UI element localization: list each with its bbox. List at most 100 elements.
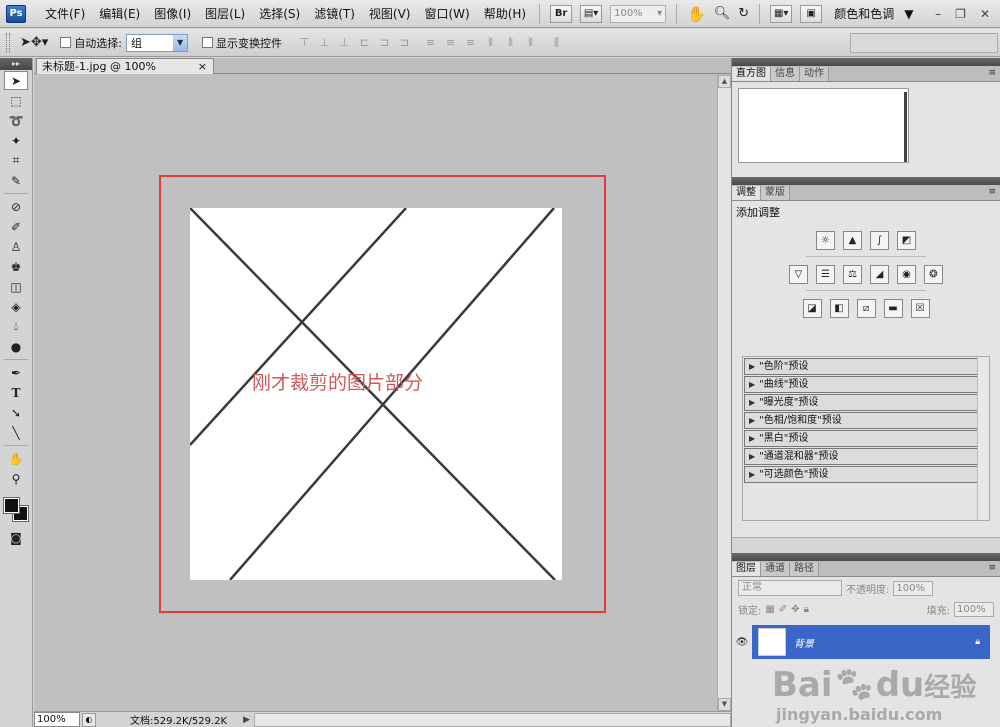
show-transform-checkbox[interactable]: 显示变换控件	[202, 35, 282, 51]
document-image[interactable]: 刚才裁剪的图片部分	[190, 208, 562, 580]
vibrance-icon[interactable]: ▽	[789, 265, 808, 284]
magic-wand-tool-icon[interactable]: ✦	[4, 131, 28, 150]
eyedropper-tool-icon[interactable]: ✎	[4, 171, 28, 190]
black-white-icon[interactable]: ◢	[870, 265, 889, 284]
blur-tool-icon[interactable]: 💧︎	[4, 317, 28, 336]
tab-layers[interactable]: 图层	[732, 562, 761, 576]
panel-menu-icon[interactable]: ≡	[988, 563, 996, 573]
exposure-icon[interactable]: ◩	[897, 231, 916, 250]
posterize-icon[interactable]: ◧	[829, 299, 849, 318]
lock-all-icon[interactable]: 🔒︎	[804, 604, 809, 615]
align-hcenter-icon[interactable]: ⊐	[376, 35, 392, 51]
tab-masks[interactable]: 蒙版	[761, 186, 790, 200]
distribute-left-icon[interactable]: ⦀	[482, 35, 498, 51]
zoom-tool-icon[interactable]: ⚲	[4, 469, 28, 488]
distribute-right-icon[interactable]: ⦀	[522, 35, 538, 51]
line-tool-icon[interactable]: ╲	[4, 423, 28, 442]
dodge-tool-icon[interactable]: ●	[4, 337, 28, 356]
bridge-button[interactable]: Br	[546, 4, 576, 24]
gradient-map-icon[interactable]: ▬	[883, 299, 903, 318]
move-tool-preset-picker[interactable]: ➤✥▾	[16, 33, 52, 53]
preset-selective-color[interactable]: ▶ "可选颜色"预设	[744, 466, 978, 483]
align-top-icon[interactable]: ⊤	[296, 35, 312, 51]
photo-filter-icon[interactable]: ◉	[897, 265, 916, 284]
rotate-view-icon[interactable]: ↻	[734, 4, 753, 24]
align-right-icon[interactable]: ⊐	[396, 35, 412, 51]
workspace-switcher[interactable]: 颜色和色调 ▼	[834, 5, 913, 22]
brush-tool-icon[interactable]: ✐	[4, 217, 28, 236]
menu-window[interactable]: 窗口(W)	[417, 4, 476, 24]
color-balance-icon[interactable]: ⚖	[843, 265, 862, 284]
vertical-scrollbar[interactable]: ▲ ▼	[717, 75, 731, 711]
zoom-tool-icon[interactable]: 🔍︎	[710, 4, 735, 24]
hand-tool-icon[interactable]: ✋	[683, 4, 710, 24]
status-menu-arrow-icon[interactable]: ▶	[243, 715, 250, 725]
preset-curves[interactable]: ▶ "曲线"预设	[744, 376, 978, 393]
tab-adjustments[interactable]: 调整	[732, 186, 761, 200]
menu-edit[interactable]: 编辑(E)	[92, 4, 147, 24]
scroll-up-icon[interactable]: ▲	[718, 75, 731, 88]
preset-black-white[interactable]: ▶ "黑白"预设	[744, 430, 978, 447]
path-selection-tool-icon[interactable]: ➘	[4, 403, 28, 422]
tab-actions[interactable]: 动作	[800, 67, 829, 81]
type-tool-icon[interactable]: T	[4, 383, 28, 402]
threshold-icon[interactable]: ⧄	[856, 299, 876, 318]
menu-help[interactable]: 帮助(H)	[477, 4, 533, 24]
scroll-down-icon[interactable]: ▼	[718, 698, 731, 711]
paint-bucket-tool-icon[interactable]: ◈	[4, 297, 28, 316]
healing-brush-tool-icon[interactable]: ⊘	[4, 197, 28, 216]
canvas-area[interactable]: 刚才裁剪的图片部分	[34, 75, 717, 711]
menu-file[interactable]: 文件(F)	[38, 4, 92, 24]
menu-view[interactable]: 视图(V)	[362, 4, 418, 24]
preset-hue-saturation[interactable]: ▶ "色相/饱和度"预设	[744, 412, 978, 429]
align-left-icon[interactable]: ⊏	[356, 35, 372, 51]
options-grip[interactable]	[6, 32, 10, 53]
horizontal-scrollbar[interactable]	[254, 712, 731, 727]
lock-transparency-icon[interactable]: ▦	[765, 604, 774, 615]
channel-mixer-icon[interactable]: ❂	[924, 265, 943, 284]
lock-pixels-icon[interactable]: ✐	[779, 604, 787, 615]
auto-select-target-select[interactable]: 组 ▼	[126, 33, 189, 52]
curves-icon[interactable]: ∫	[870, 231, 889, 250]
preset-exposure[interactable]: ▶ "曝光度"预设	[744, 394, 978, 411]
fill-field[interactable]: 100%	[954, 602, 994, 617]
hue-saturation-icon[interactable]: ☰	[816, 265, 835, 284]
lock-position-icon[interactable]: ✥	[791, 604, 799, 615]
pen-tool-icon[interactable]: ✒	[4, 363, 28, 382]
lasso-tool-icon[interactable]: ➰	[4, 111, 28, 130]
quick-mask-icon[interactable]: ◙	[4, 528, 28, 547]
tools-panel-header[interactable]: ▸▸	[0, 58, 32, 70]
brightness-icon[interactable]: ☼	[816, 231, 835, 250]
align-bottom-icon[interactable]: ⊥	[336, 35, 352, 51]
close-icon[interactable]: ×	[198, 59, 207, 74]
preset-channel-mixer[interactable]: ▶ "通道混和器"预设	[744, 448, 978, 465]
levels-icon[interactable]: ▲	[843, 231, 862, 250]
panel-grip[interactable]	[732, 58, 1000, 66]
restore-icon[interactable]: ❐	[955, 7, 966, 21]
foreground-color-swatch[interactable]	[3, 497, 20, 514]
preset-levels[interactable]: ▶ "色阶"预设	[744, 358, 978, 375]
distribute-top-icon[interactable]: ≡	[422, 35, 438, 51]
status-zoom-field[interactable]: 100%	[34, 712, 80, 727]
visibility-eye-icon[interactable]: 👁︎	[732, 625, 752, 659]
hand-tool-icon[interactable]: ✋	[4, 449, 28, 468]
view-extras-button[interactable]: ▤▾	[576, 4, 606, 24]
align-vcenter-icon[interactable]: ⊥	[316, 35, 332, 51]
zoom-level-select[interactable]: 100% ▾	[606, 4, 670, 24]
opacity-field[interactable]: 100%	[893, 580, 934, 596]
move-tool-icon[interactable]: ➤	[4, 71, 28, 90]
distribute-hcenter-icon[interactable]: ⦀	[502, 35, 518, 51]
menu-select[interactable]: 选择(S)	[252, 4, 307, 24]
tab-info[interactable]: 信息	[771, 67, 800, 81]
crop-tool-icon[interactable]: ⌗	[4, 151, 28, 170]
blend-mode-select[interactable]: 正常	[738, 580, 842, 596]
arrange-documents-button[interactable]: ▦▾	[766, 4, 796, 24]
auto-select-checkbox[interactable]: 自动选择:	[60, 35, 122, 51]
auto-align-layers-icon[interactable]: ⫼	[548, 35, 564, 51]
eraser-tool-icon[interactable]: ◫	[4, 277, 28, 296]
tab-paths[interactable]: 路径	[790, 562, 819, 576]
tab-histogram[interactable]: 直方图	[732, 67, 771, 81]
marquee-tool-icon[interactable]: ⬚	[4, 91, 28, 110]
distribute-bottom-icon[interactable]: ≡	[462, 35, 478, 51]
document-tab[interactable]: 未标题-1.jpg @ 100%(RGB/8) * ×	[36, 58, 214, 88]
